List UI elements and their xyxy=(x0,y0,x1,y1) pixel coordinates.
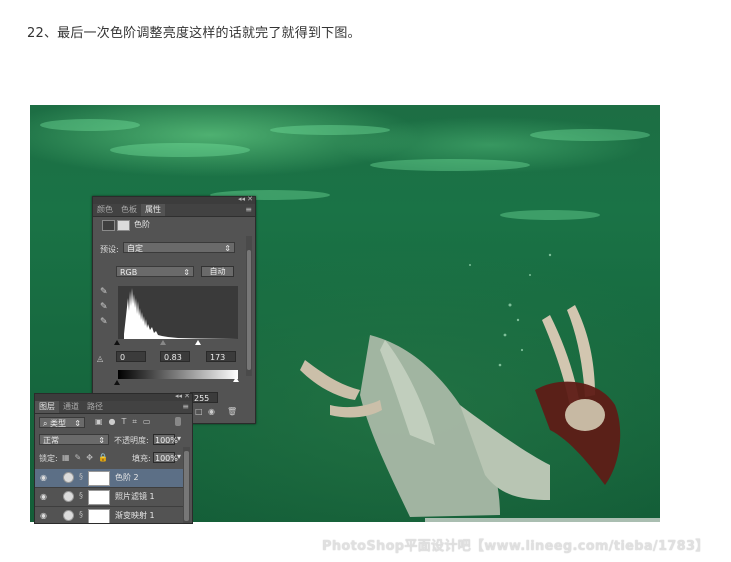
panel-titlebar[interactable]: ◂◂ ✕ xyxy=(93,195,255,204)
chevron-down-icon: ⇕ xyxy=(183,268,190,277)
filter-toggle[interactable] xyxy=(175,417,181,426)
input-black-field[interactable]: 0 xyxy=(116,351,146,362)
fill-field[interactable]: 100% xyxy=(153,452,178,463)
preset-dropdown[interactable]: 自定 ⇕ xyxy=(123,242,235,253)
tab-channels[interactable]: 通道 xyxy=(59,401,83,413)
tab-properties[interactable]: 属性 xyxy=(141,204,165,216)
white-eyedropper-icon[interactable]: ✎ xyxy=(100,317,108,327)
filter-type-dropdown[interactable]: ⌕ 类型 ⇕ xyxy=(39,417,85,428)
eye-icon[interactable]: ◉ xyxy=(208,407,215,416)
levels-histogram xyxy=(118,286,238,339)
menu-icon[interactable]: ≡ xyxy=(182,401,189,413)
mask-icon[interactable] xyxy=(117,220,130,231)
double-arrow-icon[interactable]: ◂◂ xyxy=(238,195,245,203)
tab-layers[interactable]: 图层 xyxy=(35,401,59,413)
input-gamma-field[interactable]: 0.83 xyxy=(160,351,190,362)
tab-paths[interactable]: 路径 xyxy=(83,401,107,413)
input-levels-icon: ◬ xyxy=(97,354,104,363)
preset-value: 自定 xyxy=(127,244,143,253)
tab-swatches[interactable]: 色板 xyxy=(117,204,141,216)
black-eyedropper-icon[interactable]: ✎ xyxy=(100,287,108,297)
layer-row[interactable]: ◉ § 色阶 2 xyxy=(35,469,183,488)
menu-icon[interactable]: ≡ xyxy=(245,204,252,216)
close-icon[interactable]: ✕ xyxy=(184,394,190,400)
adjustment-layer-icon xyxy=(63,491,74,502)
layer-mask-thumbnail[interactable] xyxy=(88,471,110,486)
auto-button[interactable]: 自动 xyxy=(201,266,234,277)
filter-icons[interactable]: ▣●T⌗▭ xyxy=(95,417,157,427)
output-white-field[interactable]: 255 xyxy=(190,392,218,403)
chevron-down-icon: ⇕ xyxy=(74,419,81,428)
gray-eyedropper-icon[interactable]: ✎ xyxy=(100,302,108,312)
layer-mask-thumbnail[interactable] xyxy=(88,509,110,523)
link-icon[interactable]: § xyxy=(79,472,83,481)
watermark: PhotoShop平面设计吧【www.lineeg.com/tieba/1783… xyxy=(322,539,709,554)
channel-dropdown[interactable]: RGB ⇕ xyxy=(116,266,194,277)
opacity-label: 不透明度: xyxy=(114,436,149,445)
filter-type-value: 类型 xyxy=(50,419,67,428)
opacity-field[interactable]: 100% xyxy=(153,434,178,445)
eye-icon[interactable]: ◉ xyxy=(40,473,47,482)
input-white-field[interactable]: 173 xyxy=(206,351,236,362)
search-icon: ⌕ xyxy=(43,419,51,428)
layers-tabs: 图层 通道 路径 ≡ xyxy=(35,401,192,414)
properties-scrollbar[interactable] xyxy=(246,236,252,376)
layer-name[interactable]: 色阶 2 xyxy=(115,472,139,483)
layer-name[interactable]: 照片滤镜 1 xyxy=(115,491,155,502)
fill-label: 填充: xyxy=(132,454,151,463)
scroll-thumb[interactable] xyxy=(184,451,189,521)
layers-scrollbar[interactable] xyxy=(183,447,190,523)
clip-icon[interactable]: □ xyxy=(195,407,203,416)
eye-icon[interactable]: ◉ xyxy=(40,492,47,501)
adjustment-layer-icon xyxy=(63,510,74,521)
adjustment-title: 色阶 xyxy=(134,220,150,229)
tab-color[interactable]: 颜色 xyxy=(93,204,117,216)
chevron-down-icon: ⇕ xyxy=(98,436,105,445)
channel-value: RGB xyxy=(120,268,138,277)
output-black-slider[interactable] xyxy=(114,380,120,385)
chevron-down-icon[interactable]: ▾ xyxy=(177,452,181,461)
layer-mask-thumbnail[interactable] xyxy=(88,490,110,505)
input-white-slider[interactable] xyxy=(195,340,201,345)
output-white-slider[interactable] xyxy=(233,377,239,382)
input-black-slider[interactable] xyxy=(114,340,120,345)
panel-titlebar[interactable]: ◂◂ ✕ xyxy=(35,394,192,401)
adjustment-layer-icon xyxy=(63,472,74,483)
chevron-down-icon[interactable]: ▾ xyxy=(177,434,181,443)
blend-mode-dropdown[interactable]: 正常 ⇕ xyxy=(39,434,109,445)
lock-label: 锁定: xyxy=(39,454,58,463)
layer-row[interactable]: ◉ § 渐变映射 1 xyxy=(35,507,183,523)
layer-row[interactable]: ◉ § 照片滤镜 1 xyxy=(35,488,183,507)
preset-label: 预设: xyxy=(100,245,119,254)
layer-name[interactable]: 渐变映射 1 xyxy=(115,510,155,521)
page-caption: 22、最后一次色阶调整亮度这样的话就完了就得到下图。 xyxy=(27,26,361,41)
eye-icon[interactable]: ◉ xyxy=(40,511,47,520)
blend-mode-value: 正常 xyxy=(43,436,59,445)
output-gradient xyxy=(118,370,238,379)
link-icon[interactable]: § xyxy=(79,510,83,519)
close-icon[interactable]: ✕ xyxy=(247,195,253,203)
double-arrow-icon[interactable]: ◂◂ xyxy=(175,394,182,400)
link-icon[interactable]: § xyxy=(79,491,83,500)
layers-panel: ◂◂ ✕ 图层 通道 路径 ≡ ⌕ 类型 ⇕ ▣●T⌗▭ 正常 ⇕ 不透明度: … xyxy=(34,393,193,524)
input-gamma-slider[interactable] xyxy=(160,340,166,345)
lock-icons[interactable]: ▦✎✥🔒 xyxy=(62,453,113,462)
trash-icon[interactable]: 🗑 xyxy=(227,407,237,416)
panel-tabs: 颜色 色板 属性 ≡ xyxy=(93,204,255,217)
histogram-graph xyxy=(124,288,238,339)
levels-icon xyxy=(102,220,115,231)
scroll-thumb[interactable] xyxy=(247,250,251,370)
chevron-down-icon: ⇕ xyxy=(224,244,231,253)
